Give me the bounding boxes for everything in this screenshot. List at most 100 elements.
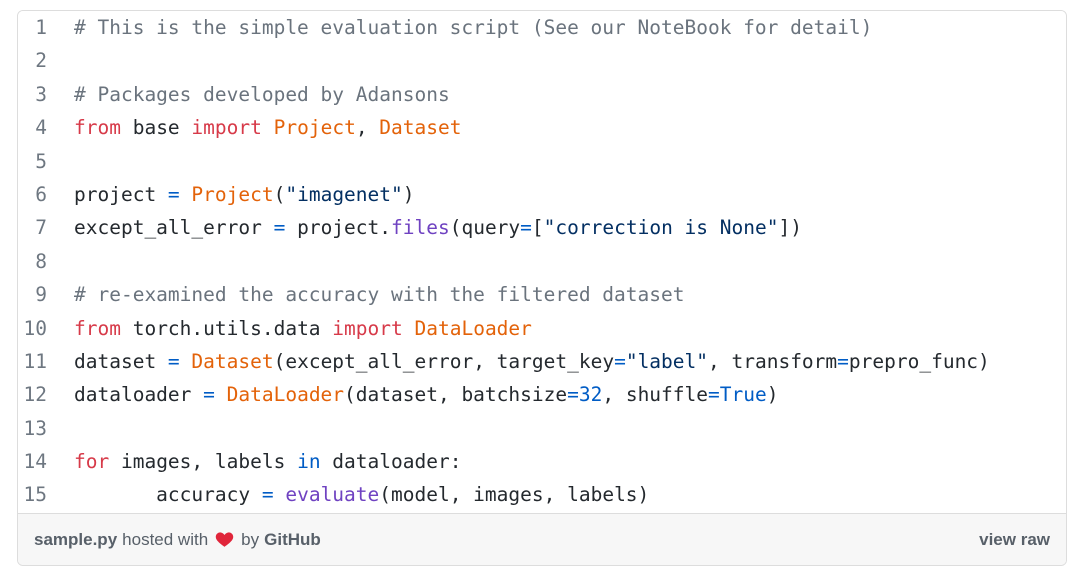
code-token: "imagenet" — [285, 183, 402, 206]
code-token: # This is the simple evaluation script (… — [74, 16, 872, 39]
code-token: ( — [274, 183, 286, 206]
code-token — [180, 350, 192, 373]
code-token — [403, 317, 415, 340]
code-text: dataloader = DataLoader(dataset, batchsi… — [74, 378, 778, 411]
hosted-with-text: hosted with — [122, 530, 208, 550]
code-token — [274, 483, 286, 506]
code-token: base — [121, 116, 191, 139]
code-token: from — [74, 317, 121, 340]
code-token: dataloader: — [321, 450, 462, 473]
line-number: 5 — [18, 145, 47, 178]
gist-footer: sample.py hosted with by GitHub view raw — [18, 513, 1066, 565]
line-number: 13 — [18, 412, 47, 445]
code-text: for images, labels in dataloader: — [74, 445, 461, 478]
code-token: ) — [767, 383, 779, 406]
code-token: torch.utils.data — [121, 317, 332, 340]
code-token: [ — [532, 216, 544, 239]
code-text: from torch.utils.data import DataLoader — [74, 312, 532, 345]
line-number: 11 — [18, 345, 47, 378]
code-token: ) — [403, 183, 415, 206]
code-token — [180, 183, 192, 206]
code-token: = — [262, 483, 274, 506]
code-token: = — [567, 383, 579, 406]
file-name-link[interactable]: sample.py — [34, 530, 117, 550]
code-line: 1 # This is the simple evaluation script … — [18, 11, 1066, 44]
by-text: by — [241, 530, 259, 550]
code-token: in — [297, 450, 320, 473]
code-token — [215, 383, 227, 406]
code-text: # This is the simple evaluation script (… — [74, 11, 872, 44]
gist-embed: 1 # This is the simple evaluation script … — [17, 10, 1067, 566]
code-text: # Packages developed by Adansons — [74, 78, 450, 111]
line-number: 14 — [18, 445, 47, 478]
code-line: 6 project = Project("imagenet") — [18, 178, 1066, 211]
code-token: Project — [274, 116, 356, 139]
code-line: 5 — [18, 145, 1066, 178]
line-number: 4 — [18, 111, 47, 144]
line-number: 1 — [18, 11, 47, 44]
code-line: 7except_all_error = project.files(query=… — [18, 211, 1066, 244]
code-token: accuracy — [74, 483, 262, 506]
code-text: project = Project("imagenet") — [74, 178, 415, 211]
code-token: import — [332, 317, 402, 340]
code-line: 10 from torch.utils.data import DataLoade… — [18, 312, 1066, 345]
view-raw-link[interactable]: view raw — [979, 530, 1050, 550]
code-token: "correction is None" — [544, 216, 779, 239]
line-number: 10 — [18, 312, 47, 345]
code-token: , transform — [708, 350, 837, 373]
line-number: 8 — [18, 245, 47, 278]
footer-attribution: sample.py hosted with by GitHub — [34, 530, 321, 550]
code-token: Dataset — [191, 350, 273, 373]
code-token: = — [203, 383, 215, 406]
code-token: ]) — [778, 216, 801, 239]
line-number: 7 — [18, 211, 47, 244]
code-token: dataloader — [74, 383, 203, 406]
code-line: 11 dataset = Dataset(except_all_error, ta… — [18, 345, 1066, 378]
code-token: # re-examined the accuracy with the filt… — [74, 283, 684, 306]
line-number: 2 — [18, 44, 47, 77]
code-area: 1 # This is the simple evaluation script … — [18, 11, 1066, 513]
code-text: dataset = Dataset(except_all_error, targ… — [74, 345, 990, 378]
code-line: 3 # Packages developed by Adansons — [18, 78, 1066, 111]
code-token: except_all_error — [74, 216, 274, 239]
code-token: , shuffle — [602, 383, 708, 406]
code-token: dataset — [74, 350, 168, 373]
code-token: Project — [191, 183, 273, 206]
line-number: 15 — [18, 478, 47, 511]
code-token: = — [168, 183, 180, 206]
code-token: project — [74, 183, 168, 206]
code-line: 13 — [18, 412, 1066, 445]
code-token: # Packages developed by Adansons — [74, 83, 450, 106]
line-number: 12 — [18, 378, 47, 411]
code-token: evaluate — [285, 483, 379, 506]
code-token: Dataset — [379, 116, 461, 139]
code-token: , — [356, 116, 379, 139]
code-token: (except_all_error, target_key — [274, 350, 614, 373]
code-token: DataLoader — [227, 383, 344, 406]
heart-icon — [215, 530, 234, 549]
code-token: = — [274, 216, 286, 239]
code-token — [262, 116, 274, 139]
code-text: accuracy = evaluate(model, images, label… — [74, 478, 649, 511]
code-token: (dataset, batchsize — [344, 383, 567, 406]
code-line: 2 — [18, 44, 1066, 77]
line-number: 9 — [18, 278, 47, 311]
code-token: import — [191, 116, 261, 139]
line-number: 6 — [18, 178, 47, 211]
code-token: = — [520, 216, 532, 239]
code-token: DataLoader — [415, 317, 532, 340]
code-line: 12 dataloader = DataLoader(dataset, batch… — [18, 378, 1066, 411]
code-token: = — [614, 350, 626, 373]
line-number: 3 — [18, 78, 47, 111]
code-token: project. — [285, 216, 391, 239]
code-token: files — [391, 216, 450, 239]
code-token: prepro_func) — [849, 350, 990, 373]
code-line: 9 # re-examined the accuracy with the fil… — [18, 278, 1066, 311]
github-link[interactable]: GitHub — [264, 530, 321, 550]
code-token: = — [168, 350, 180, 373]
code-token: = — [837, 350, 849, 373]
code-token: (query — [450, 216, 520, 239]
code-text: except_all_error = project.files(query=[… — [74, 211, 802, 244]
code-line: 4from base import Project, Dataset — [18, 111, 1066, 144]
code-token: = — [708, 383, 720, 406]
